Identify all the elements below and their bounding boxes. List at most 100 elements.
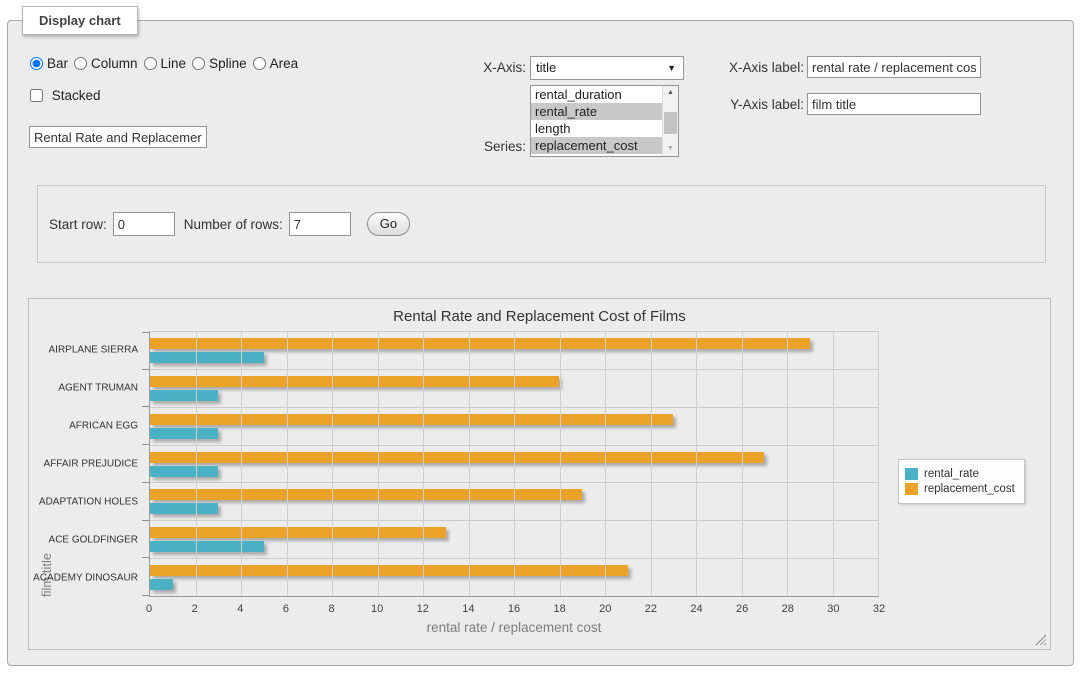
- series-option-replacement_cost[interactable]: replacement_cost: [531, 137, 662, 154]
- x-tick-label: 14: [462, 603, 474, 615]
- gridline: [833, 332, 834, 596]
- num-rows-label: Number of rows:: [184, 217, 283, 232]
- gridline: [742, 332, 743, 596]
- y-axis-tick: [142, 406, 149, 407]
- stacked-label: Stacked: [52, 88, 101, 103]
- gridline: [696, 332, 697, 596]
- x-tick-label: 20: [599, 603, 611, 615]
- series-option-rental_rate[interactable]: rental_rate: [531, 103, 662, 120]
- row-range-panel: Start row: Number of rows: Go: [37, 185, 1046, 263]
- x-axis-ticks: 02468101214161820222426283032: [149, 603, 879, 617]
- legend-item: rental_rate: [905, 468, 1015, 480]
- legend-swatch: [905, 483, 918, 495]
- column-radio[interactable]: [74, 57, 87, 70]
- stacked-option[interactable]: Stacked: [30, 88, 101, 103]
- scroll-down-icon[interactable]: ▼: [663, 142, 678, 156]
- category-label: ACE GOLDFINGER: [49, 534, 138, 545]
- series-option-rental_duration[interactable]: rental_duration: [531, 86, 662, 103]
- gridline: [560, 332, 561, 596]
- y-axis-tick: [142, 332, 149, 333]
- y-axis-tick: [142, 482, 149, 483]
- bar-rental_rate: [150, 503, 218, 514]
- category-label: ACADEMY DINOSAUR: [33, 572, 138, 583]
- bar-rental_rate: [150, 466, 218, 477]
- spline-radio[interactable]: [192, 57, 205, 70]
- y-axis-tick: [142, 557, 149, 558]
- category-label: ADAPTATION HOLES: [39, 496, 138, 507]
- gridline: [423, 332, 424, 596]
- bar-replacement_cost: [150, 414, 673, 425]
- radio-label: Column: [91, 56, 138, 71]
- resize-grip-icon[interactable]: [1035, 634, 1046, 645]
- series-options: rental_durationrental_ratelengthreplacem…: [531, 86, 662, 156]
- legend-label: rental_rate: [924, 468, 979, 480]
- y-axis-tick: [142, 444, 149, 445]
- chart-type-radio-group: Bar Column Line Spline Area: [30, 56, 304, 71]
- stacked-row: Stacked: [30, 88, 101, 103]
- chart-type-option-spline[interactable]: Spline: [192, 56, 247, 71]
- fieldset-legend: Display chart: [22, 6, 138, 35]
- gridline: [605, 332, 606, 596]
- x-tick-label: 30: [827, 603, 839, 615]
- form-area: BarColumnLineSplineArea Stacked X-Axis: …: [8, 35, 1073, 665]
- x-tick-label: 22: [645, 603, 657, 615]
- x-tick-label: 18: [554, 603, 566, 615]
- chart-type-option-line[interactable]: Line: [144, 56, 187, 71]
- y-axis-label-input[interactable]: [807, 93, 981, 115]
- x-tick-label: 24: [690, 603, 702, 615]
- bar-rental_rate: [150, 541, 264, 552]
- x-axis-label: rental rate / replacement cost: [149, 620, 879, 635]
- legend-swatch: [905, 468, 918, 480]
- bar-replacement_cost: [150, 565, 628, 576]
- bar-radio[interactable]: [30, 57, 43, 70]
- legend-item: replacement_cost: [905, 483, 1015, 495]
- num-rows-input[interactable]: [289, 212, 351, 236]
- chart-legend: rental_rate replacement_cost: [898, 459, 1025, 504]
- gridline: [469, 332, 470, 596]
- category-label: AFFAIR PREJUDICE: [44, 459, 138, 470]
- bar-replacement_cost: [150, 376, 559, 387]
- line-radio[interactable]: [144, 57, 157, 70]
- gridline: [332, 332, 333, 596]
- series-field-label: Series:: [418, 139, 526, 154]
- chart-title-input[interactable]: [29, 126, 207, 148]
- scrollbar-thumb[interactable]: [664, 112, 677, 134]
- y-axis-tick: [142, 595, 149, 596]
- chart-type-option-column[interactable]: Column: [74, 56, 138, 71]
- start-row-input[interactable]: [113, 212, 175, 236]
- gridline: [196, 332, 197, 596]
- gridline: [514, 332, 515, 596]
- x-axis-label-input[interactable]: [807, 56, 981, 78]
- area-radio[interactable]: [253, 57, 266, 70]
- series-listbox[interactable]: rental_durationrental_ratelengthreplacem…: [530, 85, 679, 157]
- radio-label: Area: [270, 56, 299, 71]
- y-axis-tick: [142, 520, 149, 521]
- x-tick-label: 28: [782, 603, 794, 615]
- x-axis-select[interactable]: title ▼: [530, 56, 684, 80]
- gridline: [241, 332, 242, 596]
- bar-rental_rate: [150, 390, 218, 401]
- gridline: [378, 332, 379, 596]
- radio-label: Bar: [47, 56, 68, 71]
- display-chart-fieldset: Display chart Bar Column Line Spline Area St…: [7, 6, 1074, 666]
- gridline: [287, 332, 288, 596]
- bar-replacement_cost: [150, 527, 446, 538]
- x-tick-label: 2: [192, 603, 198, 615]
- x-axis-selected-value: title: [536, 60, 556, 75]
- bar-replacement_cost: [150, 338, 810, 349]
- radio-label: Spline: [209, 56, 247, 71]
- series-listbox-scrollbar[interactable]: ▲ ▼: [662, 86, 678, 156]
- bar-replacement_cost: [150, 452, 764, 463]
- series-option-length[interactable]: length: [531, 120, 662, 137]
- bar-rental_rate: [150, 352, 264, 363]
- scroll-up-icon[interactable]: ▲: [663, 86, 678, 100]
- start-row-label: Start row:: [49, 217, 107, 232]
- gridline: [787, 332, 788, 596]
- chart-type-option-area[interactable]: Area: [253, 56, 299, 71]
- x-axis-label-field-label: X-Axis label:: [696, 60, 804, 75]
- chart-type-option-bar[interactable]: Bar: [30, 56, 68, 71]
- stacked-checkbox[interactable]: [30, 89, 43, 102]
- gridline: [878, 332, 879, 596]
- x-tick-label: 16: [508, 603, 520, 615]
- go-button[interactable]: Go: [367, 212, 410, 236]
